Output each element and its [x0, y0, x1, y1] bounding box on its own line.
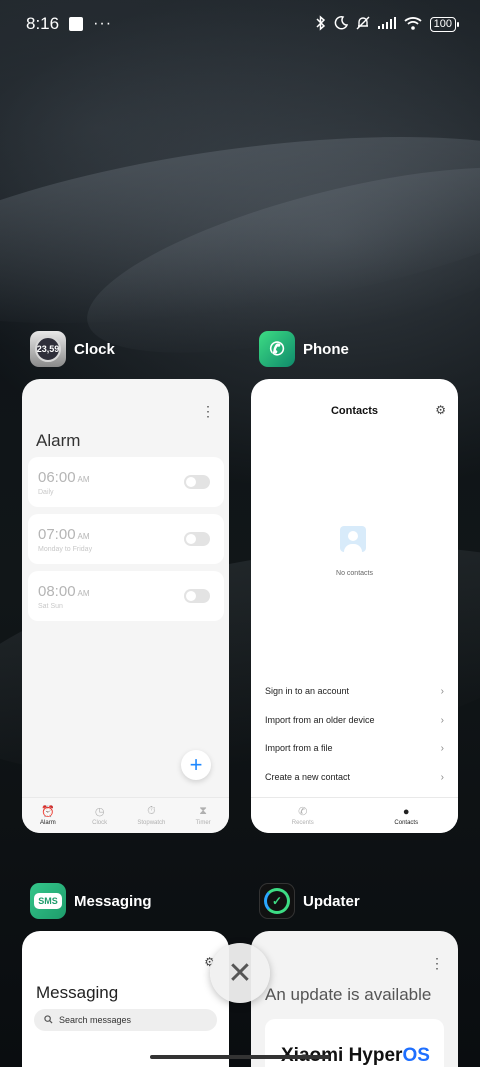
- phone-app-icon: ✆: [259, 331, 295, 367]
- empty-contact-icon: [340, 526, 366, 552]
- more-options-icon: ⋮: [430, 955, 444, 971]
- update-banner: Xiaomi HyperOS: [265, 1019, 444, 1067]
- app-header-messaging[interactable]: SMS Messaging: [30, 883, 152, 919]
- recent-card-updater[interactable]: ⋮ An update is available Xiaomi HyperOS: [251, 931, 458, 1067]
- clock-app-icon: 23,59: [30, 331, 66, 367]
- nav-timer: ⧗ Timer: [195, 805, 211, 826]
- wifi-icon: [404, 16, 422, 33]
- bell-off-icon: [356, 16, 370, 33]
- alarm-clock-icon: ⏰: [41, 806, 55, 818]
- moon-icon: [334, 15, 348, 33]
- battery-icon: 100: [429, 16, 460, 32]
- status-bar: 8:16 ··· 100: [0, 0, 480, 48]
- person-icon: ●: [402, 805, 410, 818]
- search-icon: [44, 1014, 53, 1026]
- nav-clock: ◷ Clock: [92, 806, 108, 826]
- app-name: Phone: [303, 340, 349, 358]
- app-name: Clock: [74, 340, 115, 358]
- alarm-toggle: [184, 532, 210, 546]
- chevron-right-icon: ›: [440, 715, 444, 726]
- alarm-item: 06:00 AM Daily: [28, 457, 224, 507]
- contacts-title: Contacts: [330, 405, 379, 417]
- updater-app-icon: ✓: [259, 883, 295, 919]
- app-name: Messaging: [74, 892, 152, 910]
- nav-alarm: ⏰ Alarm: [40, 806, 56, 826]
- status-time: 8:16: [26, 14, 60, 33]
- phone-bottom-nav: ✆ Recents ● Contacts: [251, 797, 458, 833]
- alarm-item: 07:00 AM Monday to Friday: [28, 514, 224, 564]
- chevron-right-icon: ›: [440, 686, 444, 697]
- more-notifications-icon: ···: [93, 15, 113, 32]
- search-bar: Search messages: [34, 1009, 217, 1031]
- alarm-toggle: [184, 475, 210, 489]
- recent-card-phone[interactable]: Contacts ⚙ No contacts Sign in to an acc…: [251, 379, 458, 833]
- chevron-right-icon: ›: [440, 772, 444, 783]
- update-title: An update is available: [265, 985, 432, 1004]
- hourglass-icon: ⧗: [199, 805, 207, 817]
- bluetooth-icon: [316, 14, 326, 34]
- phone-icon: ✆: [298, 806, 308, 818]
- nav-contacts: ● Contacts: [394, 805, 419, 826]
- more-options-icon: ⋮: [201, 403, 215, 419]
- app-header-phone[interactable]: ✆ Phone: [259, 331, 349, 367]
- clear-all-button[interactable]: ✕: [210, 943, 270, 1003]
- notification-icon: [69, 17, 84, 31]
- contact-action-row: Import from a file ›: [265, 743, 444, 754]
- clock-icon: ◷: [94, 806, 105, 818]
- clock-bottom-nav: ⏰ Alarm ◷ Clock ⏱ Stopwatch ⧗ Timer: [22, 797, 229, 833]
- contact-action-row: Sign in to an account ›: [265, 686, 444, 697]
- nav-recents: ✆ Recents: [291, 806, 314, 826]
- app-header-clock[interactable]: 23,59 Clock: [30, 331, 115, 367]
- alarm-toggle: [184, 589, 210, 603]
- contact-action-row: Import from an older device ›: [265, 715, 444, 726]
- stopwatch-icon: ⏱: [147, 805, 156, 817]
- recent-card-messaging[interactable]: ⚙ Messaging Search messages: [22, 931, 229, 1067]
- add-alarm-button: +: [181, 750, 211, 780]
- messaging-title: Messaging: [36, 983, 119, 1002]
- signal-icon: [377, 16, 396, 32]
- home-indicator[interactable]: [150, 1055, 330, 1059]
- contact-action-row: Create a new contact ›: [265, 772, 444, 783]
- app-name: Updater: [303, 892, 360, 910]
- empty-state-text: No contacts: [336, 570, 373, 577]
- messaging-app-icon: SMS: [30, 883, 66, 919]
- settings-gear-icon: ⚙: [435, 403, 446, 417]
- recent-card-clock[interactable]: ⋮ Alarm 06:00 AM Daily 07:00 AM Monday to …: [22, 379, 229, 833]
- alarm-item: 08:00 AM Sat Sun: [28, 571, 224, 621]
- nav-stopwatch: ⏱ Stopwatch: [137, 805, 166, 826]
- alarm-title: Alarm: [36, 431, 81, 450]
- app-header-updater[interactable]: ✓ Updater: [259, 883, 360, 919]
- chevron-right-icon: ›: [440, 743, 444, 754]
